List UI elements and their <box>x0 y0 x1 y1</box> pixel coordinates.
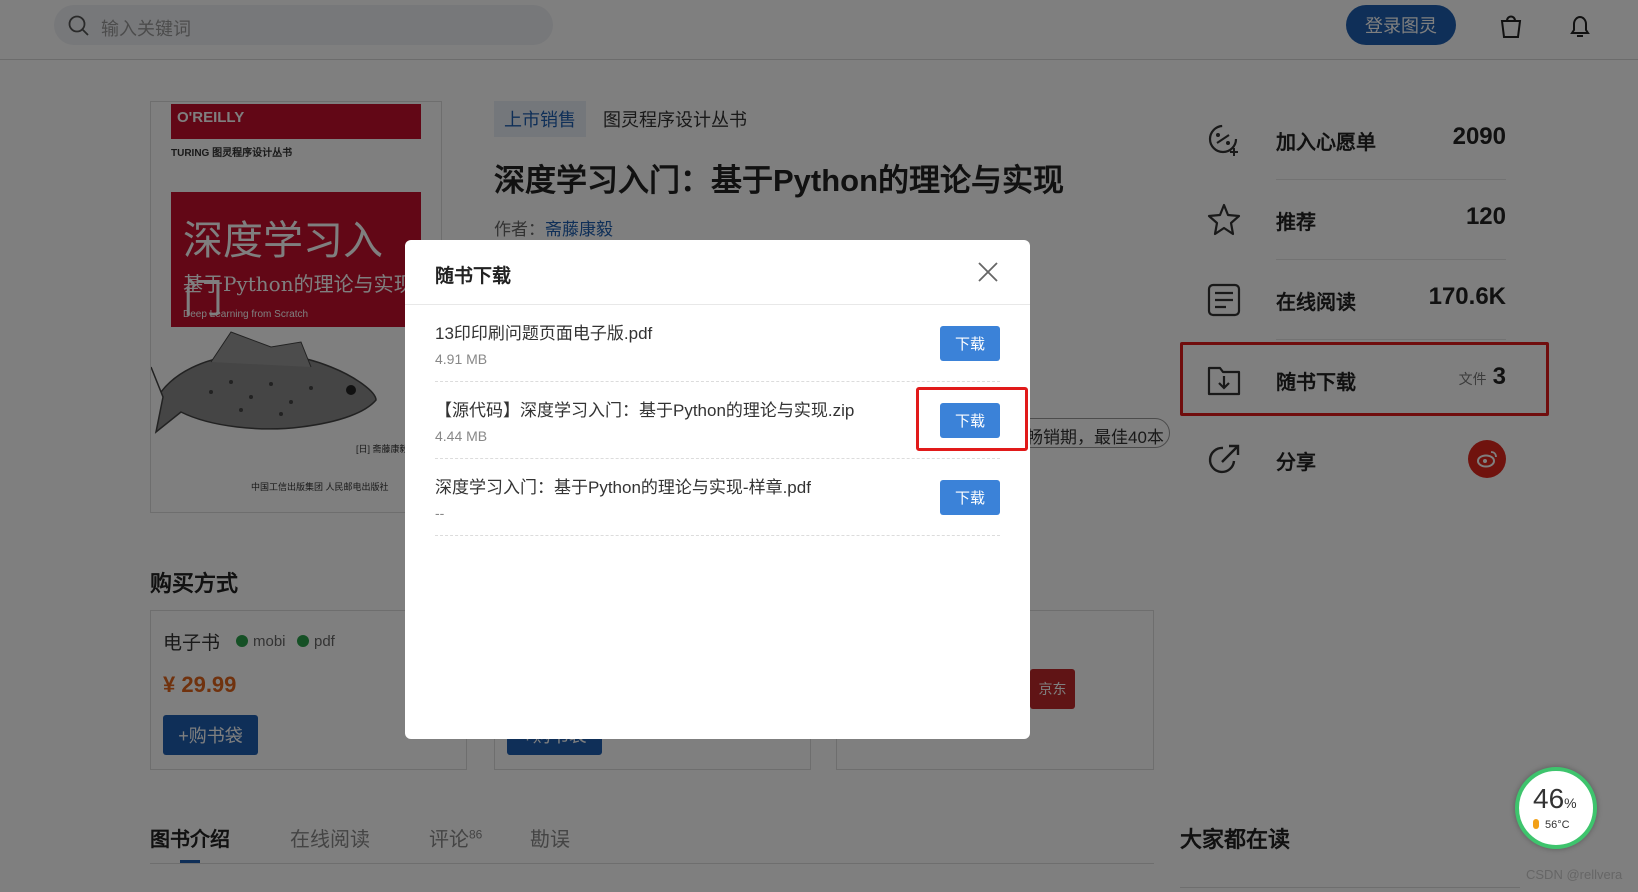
file-name: 【源代码】深度学习入门：基于Python的理论与实现.zip <box>435 401 855 420</box>
download-button-highlight <box>916 387 1028 451</box>
file-name: 13印印刷问题页面电子版.pdf <box>435 324 653 343</box>
thermometer-icon <box>1533 819 1539 829</box>
file-size: 4.44 MB <box>435 428 488 444</box>
file-size: -- <box>435 505 445 521</box>
performance-widget[interactable]: 46% 56°C <box>1515 767 1597 849</box>
percent-unit: % <box>1564 795 1577 811</box>
file-name: 深度学习入门：基于Python的理论与实现-样章.pdf <box>435 478 811 497</box>
file-size: 4.91 MB <box>435 351 488 367</box>
modal-header: 随书下载 <box>405 240 1030 305</box>
download-button[interactable]: 下载 <box>940 480 1000 515</box>
close-icon[interactable] <box>976 260 1000 284</box>
file-row: 深度学习入门：基于Python的理论与实现-样章.pdf -- 下载 <box>435 459 1000 536</box>
download-button[interactable]: 下载 <box>940 326 1000 361</box>
download-modal: 随书下载 13印印刷问题页面电子版.pdf 4.91 MB 下载 【源代码】深度… <box>405 240 1030 739</box>
temperature: 56°C <box>1533 819 1570 831</box>
percent-value: 46 <box>1533 783 1565 814</box>
temp-value: 56°C <box>1545 819 1570 831</box>
cpu-percent: 46% <box>1533 783 1577 815</box>
modal-title: 随书下载 <box>435 266 512 287</box>
watermark: CSDN @rellvera <box>1526 867 1623 882</box>
file-row: 13印印刷问题页面电子版.pdf 4.91 MB 下载 <box>435 305 1000 382</box>
